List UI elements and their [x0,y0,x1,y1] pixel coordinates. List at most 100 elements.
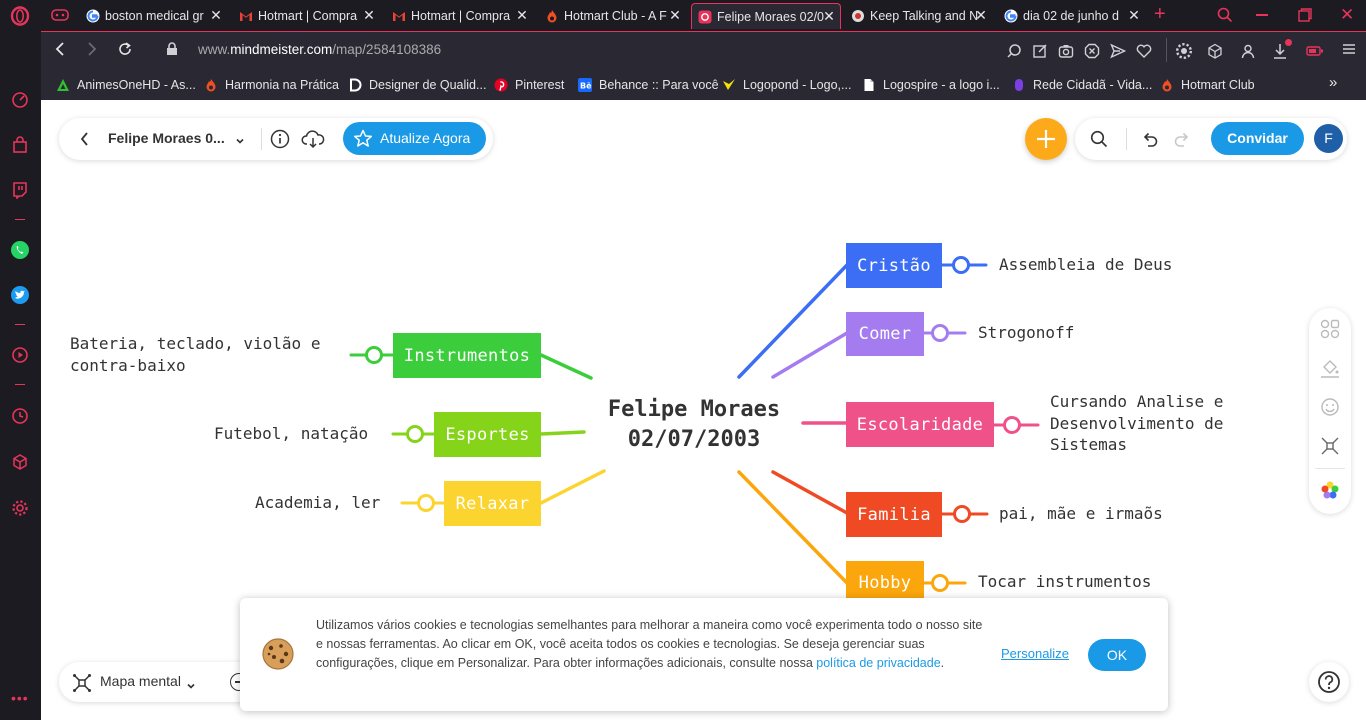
collapse-toggle[interactable] [1003,416,1021,434]
cookie-icon [261,638,295,675]
more-dots-icon[interactable]: ••• [11,690,29,706]
bookmark-logopond[interactable]: Logopond - Logo,... [722,76,851,94]
send-icon[interactable] [1110,43,1127,64]
lock-icon[interactable] [166,42,178,61]
edit-icon[interactable] [1032,43,1048,64]
tab-hotmart-2[interactable]: Hotmart | Compra ✕ [386,3,533,29]
personalize-link[interactable]: Personalize [1001,646,1069,661]
game-icon [852,10,864,22]
bookmark-behance[interactable]: Bē Behance :: Para você [578,76,719,94]
bookmark-label: Hotmart Club [1181,78,1255,92]
tab-hotmart-1[interactable]: Hotmart | Compra ✕ [233,3,380,29]
player-icon[interactable] [10,345,30,365]
chevron-down-icon[interactable] [186,678,196,696]
close-tab-icon[interactable]: ✕ [1127,8,1141,22]
privacy-policy-link[interactable]: política de privacidade [816,656,940,670]
animes-icon [57,79,69,91]
topic-escolaridade[interactable]: Escolaridade [846,402,994,447]
topic-cristao[interactable]: Cristão [846,243,942,288]
tab-felipe-moraes[interactable]: Felipe Moraes 02/0 ✕ [691,3,841,29]
reload-icon[interactable] [117,41,133,62]
profile-icon[interactable] [1240,43,1256,64]
cube-icon[interactable] [1207,43,1223,64]
speed-dial-icon[interactable] [10,90,30,110]
tab-search-icon[interactable] [1217,7,1233,28]
address-bar: www.mindmeister.com/map/2584108386 [41,31,1366,69]
mindmeister-page: Felipe Moraes 0... Atualize Agora Convid… [41,100,1366,720]
forward-icon[interactable] [85,41,99,62]
subtopic-familia[interactable]: pai, mãe e irmaõs [999,503,1163,525]
topic-familia[interactable]: Familia [846,492,942,537]
collapse-toggle[interactable] [417,494,435,512]
gx-controller-icon[interactable] [51,8,69,27]
tab-hotmart-club[interactable]: Hotmart Club - A F ✕ [539,3,686,29]
branch-line-hobby [737,470,849,585]
bookmark-rede-cidada[interactable]: Rede Cidadã - Vida... [1012,76,1152,94]
lens-search-icon[interactable] [1006,43,1022,64]
url-text[interactable]: www.mindmeister.com/map/2584108386 [198,42,441,57]
bookmark-animesonehd[interactable]: AnimesOneHD - As... [56,76,196,94]
mind-map-icon[interactable] [72,673,92,698]
minimize-icon[interactable] [1256,14,1268,16]
bookmark-designer[interactable]: Designer de Qualid... [348,76,486,94]
close-tab-icon[interactable]: ✕ [515,8,529,22]
bookmarks-overflow-icon[interactable]: » [1329,74,1337,91]
collapse-toggle[interactable] [931,324,949,342]
shopping-bag-icon[interactable] [10,135,30,155]
extensions-cube-icon[interactable] [10,452,30,472]
bookmark-label: Rede Cidadã - Vida... [1033,78,1153,92]
close-tab-icon[interactable]: ✕ [974,8,988,22]
camera-icon[interactable] [1058,43,1074,64]
mindmeister-icon [698,10,712,23]
subtopic-bateria[interactable]: Bateria, teclado, violão e contra-baixo [70,333,320,376]
download-icon[interactable] [1272,42,1288,65]
collapse-toggle[interactable] [365,346,383,364]
collapse-toggle[interactable] [931,574,949,592]
close-tab-icon[interactable]: ✕ [209,8,223,22]
subtopic-cursando[interactable]: Cursando Analise e Desenvolvimento de Si… [1050,391,1223,456]
history-icon[interactable] [10,406,30,426]
window-close-icon[interactable]: ✕ [1340,5,1354,25]
new-tab-plus-icon[interactable]: + [1154,3,1166,26]
subtopic-tocar[interactable]: Tocar instrumentos [978,571,1151,593]
heart-icon[interactable] [1136,43,1152,64]
topic-esportes[interactable]: Esportes [434,412,541,457]
ok-button[interactable]: OK [1088,639,1146,671]
help-button[interactable] [1309,662,1349,702]
easy-setup-icon[interactable] [1175,42,1193,65]
bookmark-logospire[interactable]: Logospire - a logo i... [862,76,1000,94]
bookmark-label: Logopond - Logo,... [743,78,852,92]
tab-boston[interactable]: boston medical gr ✕ [80,3,227,29]
url-domain: mindmeister.com [230,42,333,57]
twitter-icon[interactable] [10,285,30,305]
collapse-toggle[interactable] [406,425,424,443]
topic-comer[interactable]: Comer [846,312,924,356]
topic-relaxar[interactable]: Relaxar [444,481,541,526]
bookmark-hotmart-club[interactable]: Hotmart Club [1160,76,1255,94]
menu-icon[interactable] [1341,41,1357,62]
tab-dia-02[interactable]: dia 02 de junho d ✕ [998,3,1145,29]
subtopic-academia[interactable]: Academia, ler [255,492,380,514]
close-tab-icon[interactable]: ✕ [822,9,836,23]
settings-gear-icon[interactable] [10,498,30,518]
opera-logo-icon[interactable] [10,6,30,26]
back-icon[interactable] [53,41,67,62]
subtopic-strogonoff[interactable]: Strogonoff [978,322,1074,344]
bookmark-harmonia[interactable]: Harmonia na Prática [204,76,339,94]
tab-keep-talking[interactable]: Keep Talking and N ✕ [845,3,992,29]
close-tab-icon[interactable]: ✕ [362,8,376,22]
subtopic-assembleia[interactable]: Assembleia de Deus [999,254,1172,276]
collapse-toggle[interactable] [953,505,971,523]
view-mode-label[interactable]: Mapa mental [100,673,181,689]
close-tab-icon[interactable]: ✕ [668,8,682,22]
subtopic-futebol[interactable]: Futebol, natação [214,423,368,445]
restore-icon[interactable] [1298,8,1312,27]
root-topic[interactable]: Felipe Moraes 02/07/2003 [589,395,799,455]
topic-instrumentos[interactable]: Instrumentos [393,333,541,378]
adblock-icon[interactable] [1084,43,1100,64]
bookmark-pinterest[interactable]: Pinterest [494,76,564,94]
collapse-toggle[interactable] [952,256,970,274]
twitch-icon[interactable] [10,180,30,200]
battery-icon[interactable] [1306,44,1324,62]
whatsapp-icon[interactable] [10,240,30,260]
